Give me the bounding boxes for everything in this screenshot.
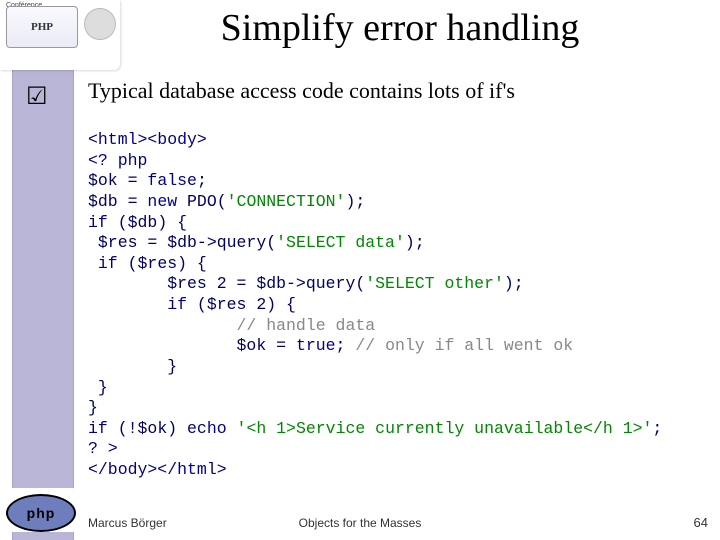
code-token: $ok = — [88, 171, 147, 190]
code-token: if — [88, 295, 197, 314]
code-token: (!$ok) — [118, 419, 187, 438]
slide: Conférence PHP Simplify error handling ☑… — [0, 0, 720, 540]
code-token: // only if all went ok — [355, 336, 573, 355]
code-token: echo — [187, 419, 237, 438]
code-token: 'SELECT other' — [365, 274, 504, 293]
code-token: ($res 2) { — [197, 295, 296, 314]
code-line: <? php — [88, 151, 147, 170]
code-token: '<h 1>Service currently unavailable</h 1… — [237, 419, 653, 438]
code-token: $ok = — [88, 336, 296, 355]
left-rail — [12, 0, 74, 540]
code-token: // handle data — [88, 316, 375, 335]
code-token: } — [88, 357, 177, 376]
code-token: } — [88, 378, 108, 397]
slide-subtitle: Typical database access code contains lo… — [88, 78, 515, 104]
checkmark-icon: ☑ — [26, 82, 54, 110]
code-line: ? > — [88, 439, 118, 458]
code-token: ); — [405, 233, 425, 252]
code-token: if — [88, 213, 118, 232]
code-token: false — [147, 171, 197, 190]
code-token: 'SELECT data' — [276, 233, 405, 252]
code-line: <html><body> — [88, 130, 207, 149]
code-token: if — [88, 419, 118, 438]
code-token: ); — [504, 274, 524, 293]
footer-page-number: 64 — [694, 515, 708, 530]
php-quebec-logo: PHP — [6, 6, 78, 48]
code-token: ($db) { — [118, 213, 187, 232]
code-token: ); — [345, 192, 365, 211]
code-token: PDO( — [187, 192, 227, 211]
code-token: new — [147, 192, 187, 211]
code-token: $res = $db->query( — [88, 233, 276, 252]
logo-text: PHP — [31, 21, 53, 33]
code-token: ; — [197, 171, 207, 190]
footer-deck-title: Objects for the Masses — [0, 516, 720, 530]
code-token: ($res) { — [128, 254, 207, 273]
code-token: if — [88, 254, 128, 273]
code-token: true — [296, 336, 336, 355]
code-token: ; — [336, 336, 356, 355]
code-line: </body></html> — [88, 460, 227, 479]
code-pre: <html><body> <? php $ok = false; $db = n… — [88, 130, 662, 481]
code-token: } — [88, 398, 98, 417]
code-token: $db = — [88, 192, 147, 211]
code-token: $res 2 = $db->query( — [88, 274, 365, 293]
code-token: ; — [652, 419, 662, 438]
code-block: <html><body> <? php $ok = false; $db = n… — [88, 130, 662, 481]
code-token: 'CONNECTION' — [227, 192, 346, 211]
slide-title: Simplify error handling — [90, 6, 710, 50]
